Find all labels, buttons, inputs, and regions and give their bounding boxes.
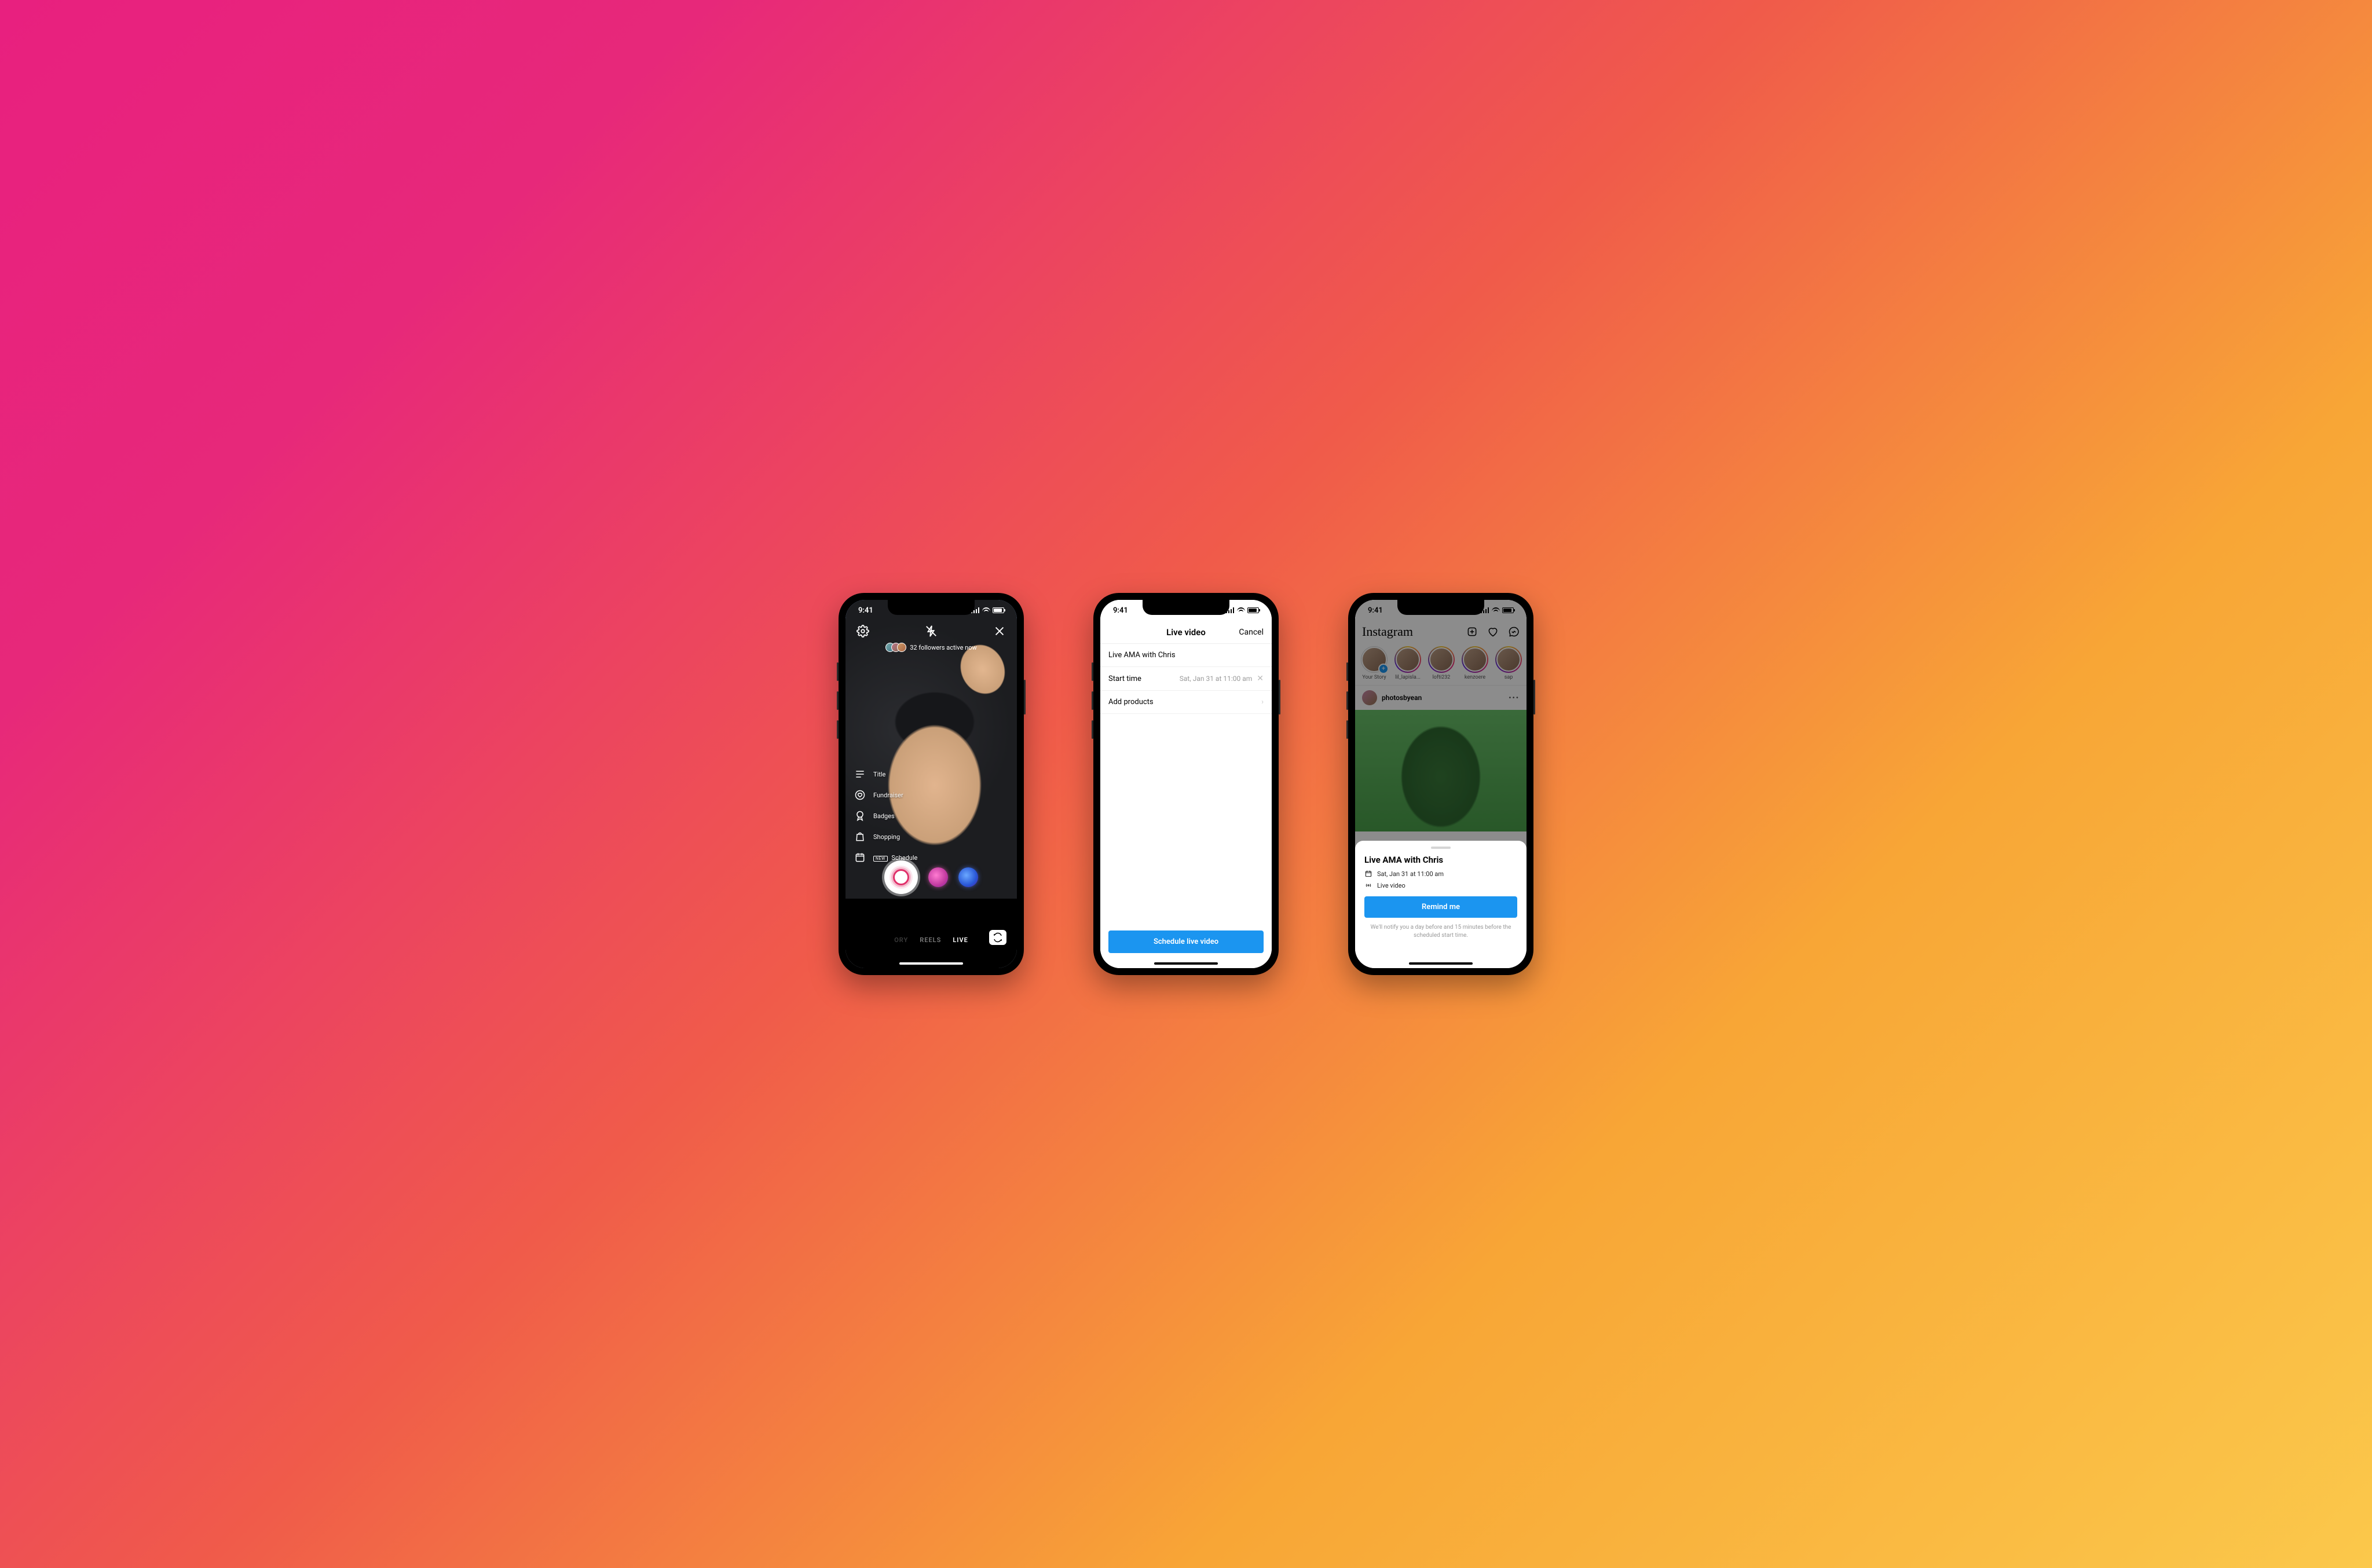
settings-button[interactable] <box>855 623 871 639</box>
phone-schedule-form: 9:41 Live video Cancel Live AMA with Chr… <box>1093 593 1279 975</box>
option-badges-label: Badges <box>873 812 895 820</box>
add-products-field[interactable]: Add products › <box>1100 691 1272 714</box>
go-live-button[interactable] <box>884 860 918 894</box>
calendar-icon <box>1364 870 1372 878</box>
notch <box>1143 600 1229 615</box>
option-title-label: Title <box>873 771 885 778</box>
sheet-grabber[interactable] <box>1431 847 1451 849</box>
cancel-button[interactable]: Cancel <box>1239 628 1264 637</box>
sheet-title: Live AMA with Chris <box>1364 855 1517 865</box>
phone-feed-reminder: 9:41 Instagram <box>1348 593 1533 975</box>
mode-live[interactable]: LIVE <box>953 936 968 944</box>
battery-icon <box>1502 607 1514 613</box>
chevron-right-icon: › <box>1261 698 1264 706</box>
notch <box>888 600 975 615</box>
home-indicator[interactable] <box>1409 962 1473 965</box>
broadcast-icon <box>893 869 909 885</box>
effect-preset-2[interactable] <box>958 867 978 887</box>
wifi-icon <box>1492 607 1500 613</box>
title-field[interactable]: Live AMA with Chris <box>1100 644 1272 667</box>
gear-icon <box>856 625 869 638</box>
flash-off-button[interactable] <box>923 623 939 639</box>
sheet-when-text: Sat, Jan 31 at 11:00 am <box>1377 870 1444 878</box>
title-value: Live AMA with Chris <box>1108 651 1176 660</box>
live-options: Title Fundraiser Badges Shopping NEW Sch… <box>854 768 917 864</box>
broadcast-icon <box>1364 881 1372 889</box>
schedule-form: Live video Cancel Live AMA with Chris St… <box>1100 600 1272 968</box>
option-shopping[interactable]: Shopping <box>854 830 917 843</box>
start-time-field[interactable]: Start time Sat, Jan 31 at 11:00 am ✕ <box>1100 667 1272 691</box>
option-title[interactable]: Title <box>854 768 917 781</box>
option-badges[interactable]: Badges <box>854 809 917 822</box>
form-header: Live video Cancel <box>1100 621 1272 644</box>
sheet-type-text: Live video <box>1377 882 1405 889</box>
phone-live-setup: 9:41 32 followers active now <box>839 593 1024 975</box>
capture-row <box>845 860 1017 894</box>
mode-story[interactable]: ORY <box>894 936 908 944</box>
home-indicator[interactable] <box>1154 962 1218 965</box>
status-time: 9:41 <box>1113 606 1128 615</box>
add-products-label: Add products <box>1108 698 1154 706</box>
sheet-type: Live video <box>1364 881 1517 889</box>
option-fundraiser[interactable]: Fundraiser <box>854 789 917 801</box>
followers-avatars <box>885 643 906 652</box>
remind-me-button[interactable]: Remind me <box>1364 896 1517 918</box>
followers-active-label: 32 followers active now <box>910 644 977 651</box>
schedule-live-label: Schedule live video <box>1154 937 1218 946</box>
start-time-label: Start time <box>1108 675 1141 683</box>
sheet-note: We'll notify you a day before and 15 min… <box>1364 924 1517 939</box>
shopping-bag-icon <box>854 831 866 842</box>
wifi-icon <box>982 607 990 613</box>
option-shopping-label: Shopping <box>873 833 900 841</box>
live-topbar <box>845 623 1017 639</box>
close-icon <box>993 625 1006 638</box>
status-time: 9:41 <box>858 606 873 615</box>
remind-me-label: Remind me <box>1422 903 1460 911</box>
followers-active: 32 followers active now <box>845 643 1017 652</box>
home-indicator[interactable] <box>899 962 963 965</box>
flip-camera-icon <box>993 932 1003 943</box>
option-fundraiser-label: Fundraiser <box>873 792 903 799</box>
status-time: 9:41 <box>1368 606 1383 615</box>
battery-icon <box>993 607 1004 613</box>
flash-off-icon <box>925 625 938 638</box>
close-button[interactable] <box>991 623 1008 639</box>
form-title: Live video <box>1166 627 1206 638</box>
schedule-live-button[interactable]: Schedule live video <box>1108 930 1264 953</box>
reminder-sheet: Live AMA with Chris Sat, Jan 31 at 11:00… <box>1355 841 1527 968</box>
badge-icon <box>854 810 866 822</box>
wifi-icon <box>1237 607 1245 613</box>
start-time-value: Sat, Jan 31 at 11:00 am <box>1180 675 1252 683</box>
title-icon <box>854 768 866 780</box>
heart-circle-icon <box>854 789 866 801</box>
notch <box>1397 600 1484 615</box>
sheet-when: Sat, Jan 31 at 11:00 am <box>1364 870 1517 878</box>
effect-preset-1[interactable] <box>928 867 948 887</box>
mode-reels[interactable]: REELS <box>920 936 941 944</box>
clear-start-time-button[interactable]: ✕ <box>1257 674 1264 683</box>
battery-icon <box>1247 607 1259 613</box>
flip-camera-button[interactable] <box>989 930 1006 945</box>
